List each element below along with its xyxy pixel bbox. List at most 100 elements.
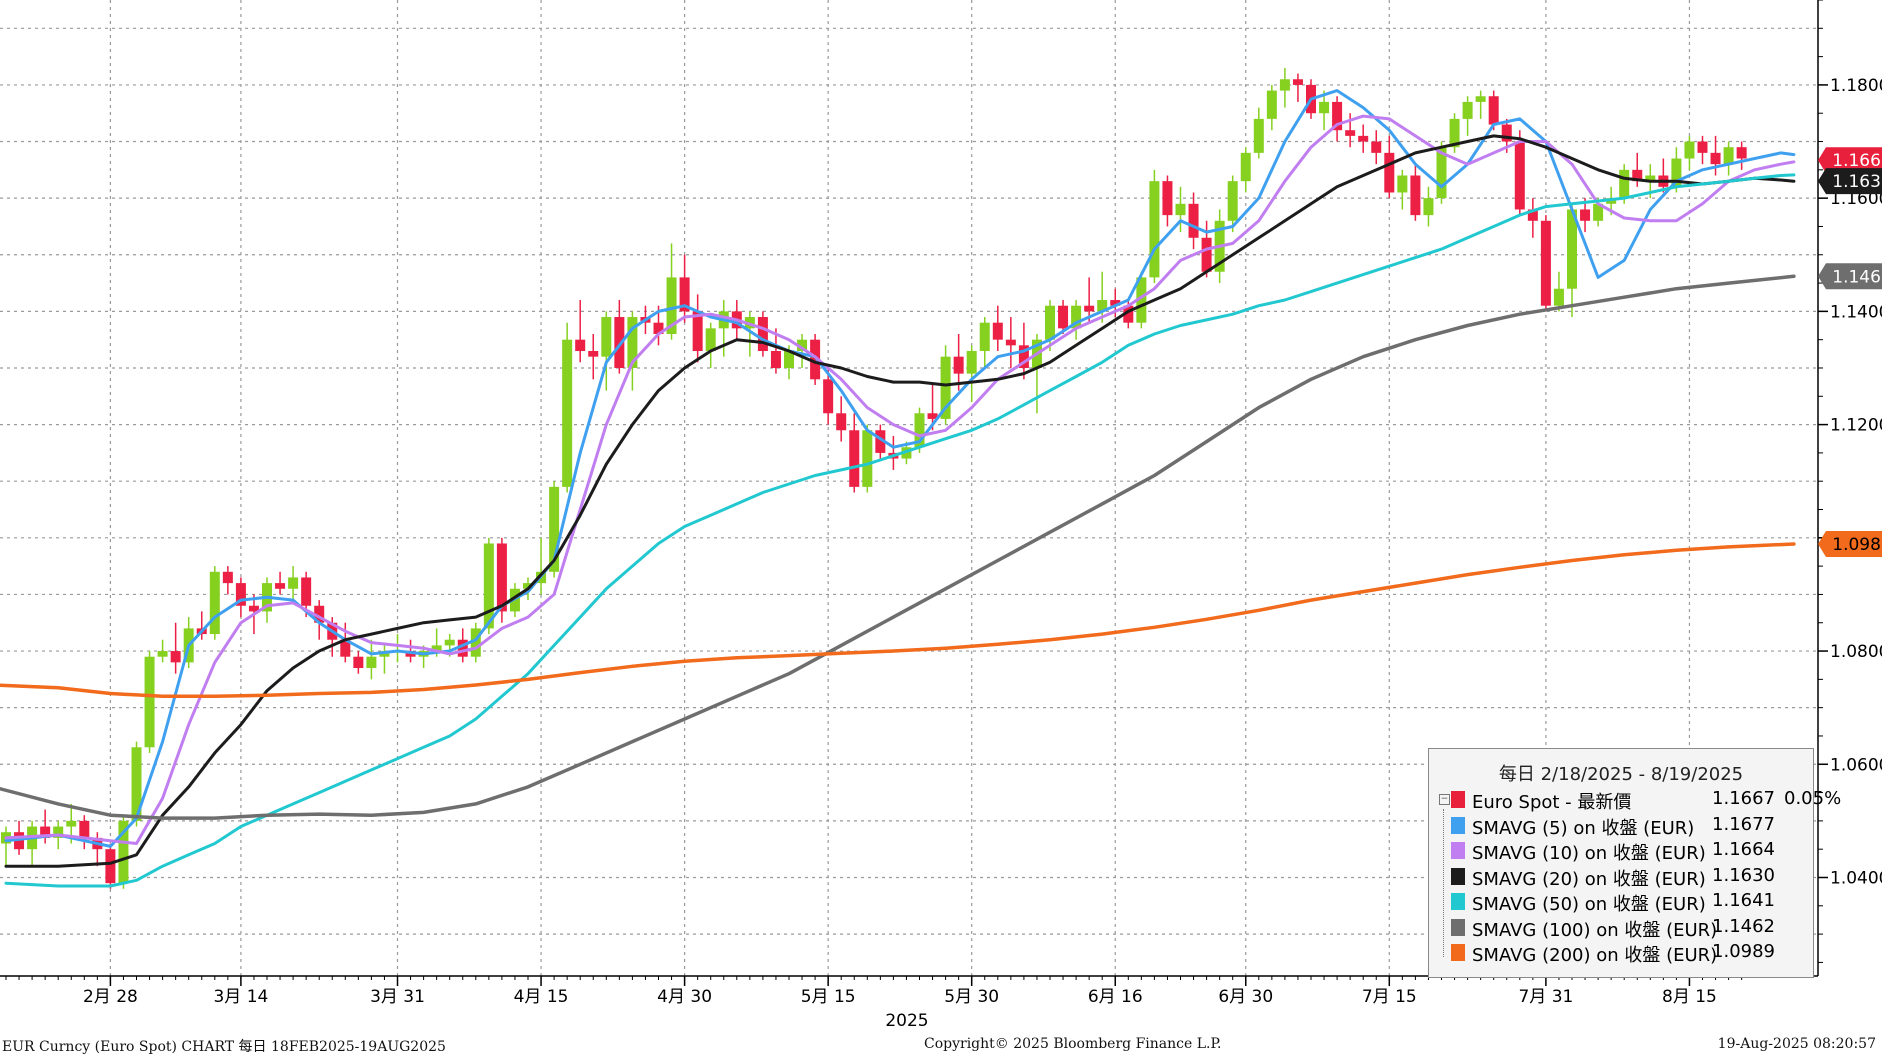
x-tick-label: 6月 16: [1088, 987, 1143, 1007]
candle-body: [588, 350, 599, 357]
candle-body: [1462, 101, 1473, 119]
candle-body: [209, 571, 220, 635]
candle-body: [301, 577, 312, 606]
legend-item[interactable]: Euro Spot - 最新價 1.1667 0.05%: [1451, 787, 1841, 813]
candle-body: [1175, 203, 1186, 216]
legend-title: 每日 2/18/2025 - 8/19/2025: [1498, 764, 1744, 785]
candle-body: [862, 430, 873, 487]
candle-body: [1240, 152, 1251, 182]
candle-body: [1201, 237, 1212, 272]
price-tag: 1.1462: [1818, 263, 1882, 290]
candle-body: [1697, 141, 1708, 153]
legend-item[interactable]: SMAVG (50) on 收盤 (EUR) 1.1641: [1451, 889, 1805, 915]
candle-body: [1162, 181, 1173, 216]
legend-item[interactable]: SMAVG (5) on 收盤 (EUR) 1.1677: [1451, 813, 1805, 839]
legend-item[interactable]: SMAVG (20) on 收盤 (EUR) 1.1630: [1451, 864, 1805, 890]
price-tag-text: 1.1462: [1832, 267, 1882, 287]
legend-item-value: 1.0989: [1712, 941, 1775, 962]
price-tag: 1.0989: [1818, 531, 1882, 558]
candle-body: [1358, 135, 1369, 142]
candle-body: [575, 339, 586, 351]
x-tick-label: 2月 28: [83, 987, 138, 1007]
candle-body: [157, 651, 168, 657]
candle-body: [966, 350, 977, 374]
candle-body: [1371, 141, 1382, 153]
y-tick-label: 1.0800: [1830, 642, 1882, 662]
x-tick-label: 5月 30: [944, 987, 999, 1007]
candle-body: [1227, 181, 1238, 221]
x-tick-label: 4月 15: [514, 987, 569, 1007]
y-tick-label: 1.0400: [1830, 868, 1882, 888]
candle-body: [1292, 79, 1303, 85]
candle-body: [770, 350, 781, 368]
footer-copyright: Copyright© 2025 Bloomberg Finance L.P.: [924, 1036, 1222, 1052]
candle-body: [222, 571, 233, 584]
x-tick-label: 3月 31: [370, 987, 425, 1007]
legend-item-value: 1.1667: [1712, 788, 1775, 809]
candle-body: [953, 356, 964, 374]
series-line-5: [0, 542, 1796, 699]
candle-body: [979, 322, 990, 351]
candle-body: [1384, 152, 1395, 193]
y-tick-label: 1.1200: [1830, 416, 1882, 436]
candle-body: [849, 430, 860, 487]
candle-body: [1005, 339, 1016, 346]
candle-body: [601, 317, 612, 357]
candle-body: [444, 639, 455, 646]
candle-body: [1188, 203, 1199, 238]
candle-body: [1319, 101, 1330, 114]
y-tick-label: 1.1800: [1830, 76, 1882, 96]
series-line-1: [4, 114, 1796, 845]
price-tag-text: 1.1630: [1832, 172, 1882, 192]
candle-body: [562, 339, 573, 487]
legend-item-value: 1.1630: [1712, 864, 1775, 886]
legend-item[interactable]: SMAVG (10) on 收盤 (EUR) 1.1664: [1451, 838, 1805, 864]
candle-body: [1149, 181, 1160, 278]
candle-body: [353, 656, 364, 669]
candle-body: [836, 413, 847, 431]
x-tick-label: 8月 15: [1662, 987, 1717, 1007]
y-tick-label: 1.1400: [1830, 302, 1882, 322]
candle-body: [1410, 175, 1421, 216]
candle-body: [483, 543, 494, 629]
legend-tree-line: [1443, 809, 1444, 957]
candle-body: [705, 328, 716, 351]
candle-body: [1488, 96, 1499, 125]
candle-body: [1540, 220, 1551, 306]
candle-body: [1266, 90, 1277, 119]
legend-item-change: 0.05%: [1784, 788, 1842, 809]
candle-body: [170, 651, 181, 663]
candle-body: [1423, 198, 1434, 216]
candle-body: [757, 317, 768, 351]
candle-body: [105, 849, 116, 884]
y-tick-label: 1.0600: [1830, 755, 1882, 775]
x-tick-label: 7月 31: [1518, 987, 1573, 1007]
legend-item[interactable]: SMAVG (200) on 收盤 (EUR) 1.0989: [1451, 940, 1805, 966]
chart-legend: 每日 2/18/2025 - 8/19/2025 − Euro Spot - 最…: [1428, 748, 1841, 978]
footer-chart-info: EUR Curncy (Euro Spot) CHART 每日 18FEB202…: [2, 1039, 446, 1055]
legend-item-value: 1.1664: [1712, 839, 1775, 860]
candle-body: [1619, 169, 1630, 199]
legend-item-value: 1.1641: [1712, 890, 1775, 911]
price-tag: 1.1630: [1818, 168, 1882, 195]
candle-body: [1514, 141, 1525, 210]
candle-body: [496, 543, 507, 612]
candle-body: [1723, 147, 1734, 165]
candle-body: [1279, 79, 1290, 91]
legend-item[interactable]: SMAVG (100) on 收盤 (EUR) 1.1462: [1451, 915, 1805, 941]
series-line-0: [4, 89, 1796, 848]
x-year-label: 2025: [885, 1011, 928, 1031]
candle-body: [1475, 96, 1486, 102]
candle-body: [823, 379, 834, 414]
candle-body: [144, 656, 155, 748]
candle-body: [1580, 209, 1591, 221]
candle-body: [288, 577, 299, 589]
legend-collapse-icon[interactable]: −: [1439, 794, 1450, 805]
candle-body: [1710, 152, 1721, 165]
candle-body: [366, 656, 377, 669]
candle-body: [1553, 288, 1564, 306]
candle-body: [66, 820, 77, 827]
candle-body: [1045, 305, 1055, 340]
candle-body: [1058, 305, 1069, 329]
series-line-4: [0, 274, 1796, 820]
